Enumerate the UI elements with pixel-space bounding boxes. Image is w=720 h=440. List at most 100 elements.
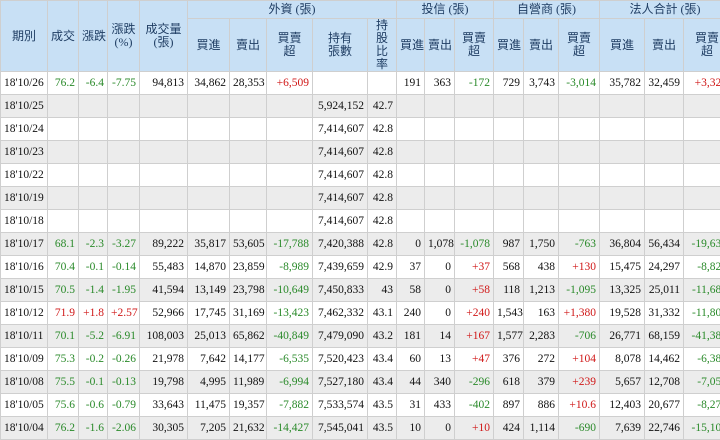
cell-total-sell: 25,011 [645,279,684,302]
cell-chg [79,164,108,187]
cell-trust-sell: 0 [425,417,455,440]
cell-total-buy [600,187,645,210]
cell-foreign-holding-pct: 42.8 [368,141,397,164]
table-row[interactable]: 18'10/2676.2-6.4-7.7594,81334,86228,353+… [1,72,720,95]
cell-foreign-holding: 7,414,607 [313,210,368,233]
cell-date: 18'10/04 [1,417,48,440]
cell-foreign-holding-pct: 42.8 [368,118,397,141]
col-foreign-buy[interactable]: 買進 [188,19,230,72]
cell-date: 18'10/17 [1,233,48,256]
table-row[interactable]: 18'10/237,414,60742.8 [1,141,720,164]
table-row[interactable]: 18'10/0875.5-0.1-0.1319,7984,99511,989-6… [1,371,720,394]
cell-trust-sell: 0 [425,256,455,279]
cell-pct: -0.14 [108,256,140,279]
col-date[interactable]: 期別 [1,1,48,72]
cell-foreign-holding-pct: 43.5 [368,394,397,417]
cell-trust-net [455,164,494,187]
cell-total-buy: 19,528 [600,302,645,325]
table-row[interactable]: 18'10/0575.6-0.6-0.7933,64311,47519,357-… [1,394,720,417]
cell-dealer-buy [494,210,524,233]
col-dealer-net-label: 買賣 超 [567,31,591,58]
cell-total-net: -6,384 [684,348,720,371]
cell-foreign-buy: 25,013 [188,325,230,348]
cell-trust-net: +240 [455,302,494,325]
cell-total-net [684,164,720,187]
cell-total-sell: 20,677 [645,394,684,417]
cell-trust-buy: 191 [397,72,425,95]
cell-foreign-sell [230,164,267,187]
col-foreign-net[interactable]: 買賣 超 [267,19,313,72]
cell-dealer-buy: 424 [494,417,524,440]
col-dealer-net[interactable]: 買賣 超 [559,19,600,72]
col-close[interactable]: 成交 [48,1,79,72]
table-row[interactable]: 18'10/197,414,60742.8 [1,187,720,210]
cell-trust-buy [397,187,425,210]
cell-date: 18'10/18 [1,210,48,233]
table-row[interactable]: 18'10/255,924,15242.7 [1,95,720,118]
col-change[interactable]: 漲跌 [79,1,108,72]
cell-dealer-buy: 1,577 [494,325,524,348]
table-row[interactable]: 18'10/1768.1-2.3-3.2789,22235,81753,605-… [1,233,720,256]
col-foreign-holding[interactable]: 持有 張數 [313,19,368,72]
cell-trust-buy [397,141,425,164]
cell-foreign-holding-pct: 42.9 [368,256,397,279]
cell-trust-net [455,141,494,164]
col-total-buy[interactable]: 買進 [600,19,645,72]
cell-total-buy: 36,804 [600,233,645,256]
cell-dealer-sell: 1,213 [524,279,559,302]
cell-date: 18'10/25 [1,95,48,118]
cell-foreign-holding-pct: 43.1 [368,302,397,325]
table-row[interactable]: 18'10/187,414,60742.8 [1,210,720,233]
cell-chg: -1.6 [79,417,108,440]
cell-trust-sell: 433 [425,394,455,417]
cell-pct: -2.06 [108,417,140,440]
table-row[interactable]: 18'10/227,414,60742.8 [1,164,720,187]
table-row[interactable]: 18'10/247,414,60742.8 [1,118,720,141]
col-change-pct[interactable]: 漲跌 (%) [108,1,140,72]
col-total-sell[interactable]: 賣出 [645,19,684,72]
col-foreign-sell[interactable]: 賣出 [230,19,267,72]
table-row[interactable]: 18'10/1271.9+1.8+2.5752,96617,74531,169-… [1,302,720,325]
cell-total-sell: 32,459 [645,72,684,95]
cell-dealer-buy: 1,543 [494,302,524,325]
cell-foreign-holding: 7,420,388 [313,233,368,256]
col-foreign-holding-pct[interactable]: 持股 比率 [368,19,397,72]
cell-dealer-buy: 987 [494,233,524,256]
cell-pct: -0.79 [108,394,140,417]
table-row[interactable]: 18'10/1570.5-1.4-1.9541,59413,14923,798-… [1,279,720,302]
cell-total-sell: 68,159 [645,325,684,348]
col-dealer-buy[interactable]: 買進 [494,19,524,72]
cell-dealer-buy [494,95,524,118]
cell-trust-buy [397,164,425,187]
cell-trust-buy: 37 [397,256,425,279]
col-total-net[interactable]: 買賣 超 [684,19,720,72]
col-trust-sell[interactable]: 賣出 [425,19,455,72]
col-dealer-sell[interactable]: 賣出 [524,19,559,72]
col-volume[interactable]: 成交量 (張) [140,1,188,72]
cell-close: 76.2 [48,417,79,440]
table-row[interactable]: 18'10/1170.1-5.2-6.91108,00325,01365,862… [1,325,720,348]
cell-total-sell [645,95,684,118]
table-row[interactable]: 18'10/0975.3-0.2-0.2621,9787,64214,177-6… [1,348,720,371]
cell-pct [108,141,140,164]
cell-total-sell [645,164,684,187]
cell-pct: -0.26 [108,348,140,371]
institutional-trading-table: 期別 成交 漲跌 漲跌 (%) 成交量 (張) 外資 (張) 投信 (張) 自營… [0,0,720,440]
cell-total-net [684,95,720,118]
table-row[interactable]: 18'10/0476.2-1.6-2.0630,3057,20521,632-1… [1,417,720,440]
cell-foreign-buy: 7,205 [188,417,230,440]
cell-vol [140,187,188,210]
cell-dealer-net: +130 [559,256,600,279]
table-row[interactable]: 18'10/1670.4-0.1-0.1455,48314,87023,859-… [1,256,720,279]
cell-foreign-net [267,164,313,187]
cell-close [48,164,79,187]
cell-trust-buy: 31 [397,394,425,417]
col-trust-net[interactable]: 買賣 超 [455,19,494,72]
cell-foreign-sell [230,95,267,118]
col-trust-buy[interactable]: 買進 [397,19,425,72]
cell-trust-sell [425,141,455,164]
cell-dealer-buy [494,187,524,210]
cell-trust-net [455,210,494,233]
cell-vol [140,164,188,187]
cell-trust-sell: 0 [425,279,455,302]
